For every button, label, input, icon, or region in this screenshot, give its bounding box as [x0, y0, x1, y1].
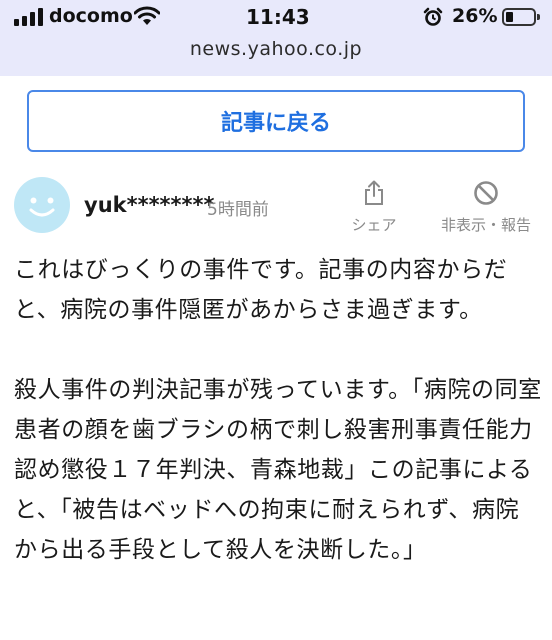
signal-icon: [14, 8, 43, 26]
battery-fill: [506, 12, 513, 22]
comment-posted-time: 5時間前: [207, 200, 269, 220]
share-icon: [365, 180, 383, 205]
hide-report-button[interactable]: 非表示・報告: [430, 180, 542, 235]
alarm-icon: [423, 7, 443, 26]
status-bar: docomo 11:43 26% news.yahoo.co.jp: [0, 0, 552, 76]
share-label: シェア: [351, 216, 397, 234]
prohibit-icon: [474, 181, 498, 205]
comment-paragraph: これはびっくりの事件です。記事の内容からだと、病院の事件隠匿があからさま過ぎます…: [14, 257, 508, 323]
status-time: 11:43: [246, 5, 310, 29]
url-bar[interactable]: news.yahoo.co.jp: [0, 38, 552, 60]
share-button[interactable]: シェア: [345, 180, 403, 235]
comment-body: これはびっくりの事件です。記事の内容からだと、病院の事件隠匿があからさま過ぎます…: [14, 250, 542, 570]
comment-username[interactable]: yuk********: [84, 193, 214, 217]
smiley-face-icon: [29, 197, 55, 217]
battery-percent: 26%: [452, 5, 498, 27]
avatar: [14, 177, 70, 233]
carrier-name: docomo: [49, 5, 133, 27]
back-to-article-button[interactable]: 記事に戻る: [27, 90, 525, 152]
wifi-icon: [134, 6, 160, 25]
hide-report-label: 非表示・報告: [440, 216, 531, 234]
battery-icon: [502, 8, 540, 26]
comment-paragraph: 殺人事件の判決記事が残っています。「病院の同室患者の顔を歯ブラシの柄で刺し殺害刑…: [14, 377, 542, 563]
